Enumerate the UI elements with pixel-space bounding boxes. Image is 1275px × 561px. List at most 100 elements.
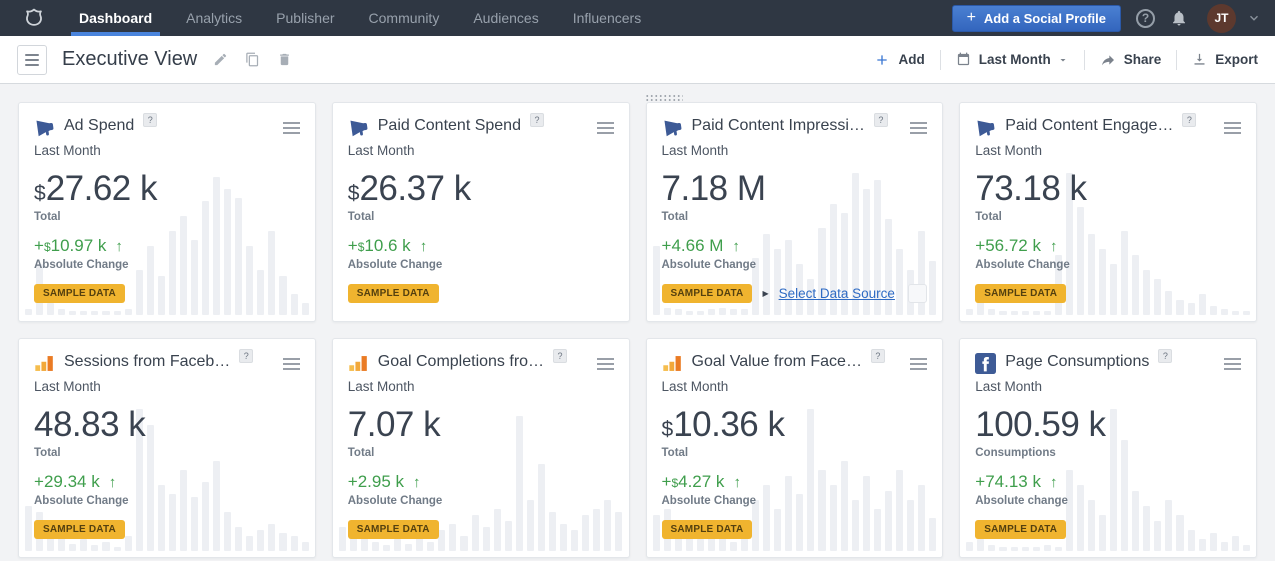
card-subtitle: Last Month <box>662 379 928 394</box>
metric-card: Paid Content Engage… ? Last Month 73.18 … <box>959 102 1257 322</box>
card-value-label: Total <box>662 447 928 459</box>
question-circle-icon[interactable]: ? <box>1136 9 1155 28</box>
card-title: Page Consumptions <box>1005 352 1149 371</box>
card-change-label: Absolute Change <box>662 495 928 507</box>
add-button[interactable]: Add <box>874 52 924 68</box>
card-change-label: Absolute Change <box>348 259 614 271</box>
select-data-source-link[interactable]: Select Data Source <box>779 286 895 301</box>
card-change-label: Absolute Change <box>34 495 300 507</box>
metric-card: Page Consumptions ? Last Month 100.59 k … <box>959 338 1257 558</box>
share-button[interactable]: Share <box>1100 52 1162 68</box>
chevron-down-icon[interactable] <box>1247 11 1261 25</box>
nav-item-influencers[interactable]: Influencers <box>556 0 658 36</box>
metric-card: Sessions from Faceb… ? Last Month 48.83 … <box>18 338 316 558</box>
data-source-checkbox[interactable] <box>908 284 927 303</box>
export-button[interactable]: Export <box>1192 52 1258 67</box>
up-arrow-icon: ↑ <box>1050 474 1058 491</box>
card-subtitle: Last Month <box>34 379 300 394</box>
share-arrow-icon <box>1100 52 1116 68</box>
card-icon <box>348 353 369 374</box>
card-value: $26.37 k <box>348 171 614 208</box>
card-title: Goal Completions fro… <box>378 352 544 371</box>
top-navbar: DashboardAnalyticsPublisherCommunityAudi… <box>0 0 1275 36</box>
up-arrow-icon: ↑ <box>413 474 421 491</box>
card-change-label: Absolute change <box>975 495 1241 507</box>
card-title: Paid Content Impressi… <box>692 116 865 135</box>
card-menu-icon[interactable] <box>910 352 927 370</box>
help-icon[interactable]: ? <box>874 113 888 127</box>
card-value: 7.18 M <box>662 171 928 208</box>
card-menu-icon[interactable] <box>597 352 614 370</box>
card-subtitle: Last Month <box>348 379 614 394</box>
expand-triangle-icon[interactable]: ▶ <box>762 289 768 298</box>
help-icon[interactable]: ? <box>1158 349 1172 363</box>
help-icon[interactable]: ? <box>143 113 157 127</box>
card-change-label: Absolute Change <box>662 259 928 271</box>
sample-data-badge: SAMPLE DATA <box>662 284 753 303</box>
card-menu-icon[interactable] <box>283 352 300 370</box>
view-toolbar: Executive View Add Last Month Share Expo… <box>0 36 1275 84</box>
help-icon[interactable]: ? <box>1182 113 1196 127</box>
card-title: Paid Content Engage… <box>1005 116 1173 135</box>
nav-item-dashboard[interactable]: Dashboard <box>62 0 169 36</box>
card-menu-icon[interactable] <box>910 116 927 134</box>
nav-item-audiences[interactable]: Audiences <box>456 0 555 36</box>
metric-card: Goal Value from Face… ? Last Month $10.3… <box>646 338 944 558</box>
primary-nav: DashboardAnalyticsPublisherCommunityAudi… <box>62 0 658 36</box>
drag-handle-dots <box>645 94 683 101</box>
card-subtitle: Last Month <box>975 143 1241 158</box>
up-arrow-icon: ↑ <box>733 474 741 491</box>
duplicate-copy-icon[interactable] <box>245 52 260 67</box>
card-menu-icon[interactable] <box>597 116 614 134</box>
card-change: +$10.97 k↑ <box>34 236 300 256</box>
card-change-label: Absolute Change <box>975 259 1241 271</box>
add-social-profile-button[interactable]: + Add a Social Profile <box>952 5 1121 32</box>
card-value-label: Total <box>348 447 614 459</box>
card-value-label: Total <box>662 211 928 223</box>
card-change: +2.95 k↑ <box>348 472 614 492</box>
card-change-label: Absolute Change <box>348 495 614 507</box>
avatar[interactable]: JT <box>1207 4 1236 33</box>
dashboard-grid: Ad Spend ? Last Month $27.62 k Total +$1… <box>0 84 1275 561</box>
up-arrow-icon: ↑ <box>420 238 428 255</box>
card-icon <box>34 353 55 374</box>
help-icon[interactable]: ? <box>239 349 253 363</box>
nav-item-publisher[interactable]: Publisher <box>259 0 351 36</box>
card-title: Ad Spend <box>64 116 134 135</box>
up-arrow-icon: ↑ <box>109 474 117 491</box>
view-menu-button[interactable] <box>17 45 47 75</box>
sample-data-badge: SAMPLE DATA <box>348 284 439 303</box>
card-value: 7.07 k <box>348 407 614 444</box>
notifications-bell-icon[interactable] <box>1170 9 1188 27</box>
card-menu-icon[interactable] <box>1224 352 1241 370</box>
help-icon[interactable]: ? <box>553 349 567 363</box>
card-value-label: Total <box>348 211 614 223</box>
sample-data-badge: SAMPLE DATA <box>975 520 1066 539</box>
card-value-label: Total <box>34 211 300 223</box>
nav-item-community[interactable]: Community <box>352 0 457 36</box>
page-title: Executive View <box>62 48 197 71</box>
edit-pencil-icon[interactable] <box>213 52 228 67</box>
card-title: Paid Content Spend <box>378 116 521 135</box>
delete-trash-icon[interactable] <box>277 52 292 67</box>
nav-item-analytics[interactable]: Analytics <box>169 0 259 36</box>
owl-logo[interactable] <box>14 5 54 31</box>
up-arrow-icon: ↑ <box>1050 238 1058 255</box>
card-title: Goal Value from Face… <box>692 352 862 371</box>
card-value: 73.18 k <box>975 171 1241 208</box>
caret-down-icon <box>1057 54 1069 66</box>
sample-data-badge: SAMPLE DATA <box>348 520 439 539</box>
card-menu-icon[interactable] <box>1224 116 1241 134</box>
help-icon[interactable]: ? <box>871 349 885 363</box>
plus-icon <box>874 52 890 68</box>
date-range-dropdown[interactable]: Last Month <box>956 52 1069 67</box>
card-icon <box>662 117 683 138</box>
card-menu-icon[interactable] <box>283 116 300 134</box>
help-icon[interactable]: ? <box>530 113 544 127</box>
card-icon <box>34 117 55 138</box>
card-subtitle: Last Month <box>34 143 300 158</box>
sample-data-badge: SAMPLE DATA <box>975 284 1066 303</box>
card-subtitle: Last Month <box>975 379 1241 394</box>
metric-card: Goal Completions fro… ? Last Month 7.07 … <box>332 338 630 558</box>
card-change: +74.13 k↑ <box>975 472 1241 492</box>
